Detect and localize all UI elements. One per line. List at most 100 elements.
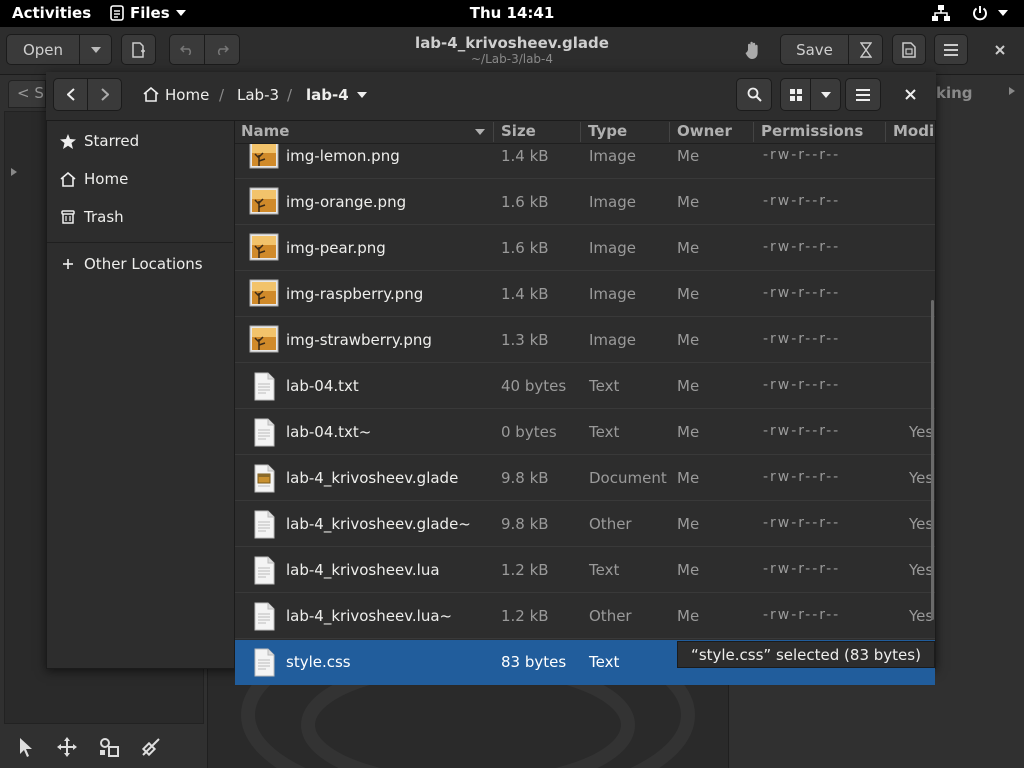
scrollbar[interactable] [931, 300, 934, 620]
menu-button[interactable] [845, 78, 881, 111]
sidebar-divider [47, 242, 233, 243]
sort-descending-icon[interactable] [475, 129, 485, 135]
file-size: 1.4 kB [501, 285, 549, 303]
column-permissions[interactable]: Permissions [761, 122, 863, 140]
view-options-button[interactable] [810, 78, 841, 111]
redo-button[interactable] [204, 34, 240, 65]
preview-button[interactable] [892, 34, 926, 65]
save-as-button[interactable] [848, 34, 883, 65]
move-icon[interactable] [56, 736, 78, 758]
grid-icon [789, 88, 802, 101]
column-name[interactable]: Name [241, 122, 289, 140]
file-owner: Me [677, 561, 700, 579]
breadcrumb-lab-3[interactable]: Lab-3 [237, 86, 279, 104]
sidebar-item-home[interactable]: Home [60, 170, 128, 188]
palette-tab[interactable]: < S [8, 80, 46, 108]
chevron-down-icon [820, 91, 831, 98]
text-file-icon [249, 601, 279, 631]
star-icon [60, 133, 76, 149]
window-close-button[interactable] [985, 34, 1015, 65]
image-file-icon [249, 279, 279, 307]
back-button[interactable] [53, 78, 88, 111]
sidebar-item-label: Other Locations [84, 255, 203, 273]
chevron-down-icon[interactable] [357, 92, 367, 98]
save-button[interactable]: Save [780, 34, 849, 65]
window-subtitle: ~/Lab-3/lab-4 [470, 52, 554, 66]
new-file-button[interactable] [121, 34, 156, 65]
file-size: 40 bytes [501, 377, 567, 395]
file-row[interactable]: img-pear.png 1.6 kB Image Me -rw-r--r-- [235, 226, 935, 271]
sidebar-item-trash[interactable]: Trash [60, 208, 124, 226]
text-file-icon [249, 647, 279, 677]
file-type: Image [589, 239, 636, 257]
power-icon[interactable] [972, 5, 988, 21]
file-row[interactable]: lab-04.txt 40 bytes Text Me -rw-r--r-- [235, 364, 935, 409]
file-size: 1.4 kB [501, 147, 549, 165]
sidebar-item-other-locations[interactable]: Other Locations [60, 255, 203, 273]
grid-view-button[interactable] [780, 78, 811, 111]
tab-scroll-right-icon[interactable] [1008, 86, 1016, 96]
column-type[interactable]: Type [588, 122, 627, 140]
properties-tab[interactable]: king [936, 84, 973, 102]
file-size: 9.8 kB [501, 469, 549, 487]
file-row[interactable]: img-orange.png 1.6 kB Image Me -rw-r--r-- [235, 180, 935, 225]
align-icon[interactable] [140, 736, 162, 758]
file-permissions: -rw-r--r-- [763, 469, 841, 485]
main-menu-button[interactable] [934, 34, 968, 65]
file-type: Text [589, 423, 620, 441]
close-icon [995, 44, 1005, 55]
dialog-close-button[interactable] [905, 89, 916, 100]
network-icon[interactable] [932, 5, 950, 21]
undo-button[interactable] [169, 34, 205, 65]
clock[interactable]: Thu 14:41 [0, 4, 1024, 22]
file-permissions: -rw-r--r-- [763, 239, 841, 255]
document-icon [902, 41, 916, 58]
pointer-icon[interactable] [16, 736, 36, 758]
margin-icon[interactable] [98, 736, 120, 758]
window-title: lab-4_krivosheev.glade [415, 34, 609, 52]
breadcrumb-home[interactable]: Home [165, 86, 209, 104]
system-menu-chevron-icon[interactable] [998, 10, 1008, 16]
expander-arrow-icon[interactable] [10, 167, 18, 177]
chevron-left-icon [66, 88, 75, 101]
image-file-icon [249, 141, 279, 169]
file-row[interactable]: lab-4_krivosheev.glade~ 9.8 kB Other Me -rw-… [235, 502, 935, 547]
file-row[interactable]: lab-04.txt~ 0 bytes Text Me -rw-r--r-- Yes [235, 410, 935, 455]
file-type: Text [589, 653, 620, 671]
open-button[interactable]: Open [6, 34, 80, 65]
file-size: 1.2 kB [501, 607, 549, 625]
file-name: lab-4_krivosheev.glade~ [286, 515, 471, 533]
file-row[interactable]: lab-4_krivosheev.lua~ 1.2 kB Other Me -rw-r-… [235, 594, 935, 639]
file-size: 1.6 kB [501, 193, 549, 211]
file-row[interactable]: img-strawberry.png 1.3 kB Image Me -rw-r--r-… [235, 318, 935, 363]
file-permissions: -rw-r--r-- [763, 377, 841, 393]
redo-icon [215, 44, 229, 55]
forward-button[interactable] [87, 78, 122, 111]
file-modified: Yes [909, 469, 934, 487]
column-modified[interactable]: Modi [893, 122, 935, 140]
file-name: img-raspberry.png [286, 285, 424, 303]
file-modified: Yes [909, 515, 934, 533]
column-size[interactable]: Size [501, 122, 536, 140]
file-row[interactable]: lab-4_krivosheev.lua 1.2 kB Text Me -rw-r--r… [235, 548, 935, 593]
chevron-down-icon [90, 46, 101, 53]
search-button[interactable] [736, 78, 772, 111]
inspector-button[interactable] [738, 34, 768, 65]
file-owner: Me [677, 377, 700, 395]
breadcrumb-separator: / [219, 86, 225, 104]
sidebar-item-starred[interactable]: Starred [60, 132, 139, 150]
places-sidebar [47, 121, 235, 668]
file-row[interactable]: img-raspberry.png 1.4 kB Image Me -rw-r--r-- [235, 272, 935, 317]
breadcrumb-lab-4[interactable]: lab-4 [306, 86, 349, 104]
column-owner[interactable]: Owner [677, 122, 732, 140]
file-row[interactable]: lab-4_krivosheev.glade 9.8 kB Document Me -r… [235, 456, 935, 501]
open-menu-button[interactable] [79, 34, 112, 65]
file-permissions: -rw-r--r-- [763, 193, 841, 209]
file-permissions: -rw-r--r-- [763, 285, 841, 301]
undo-icon [180, 44, 194, 55]
sidebar-item-label: Starred [84, 132, 140, 150]
file-permissions: -rw-r--r-- [763, 607, 841, 623]
file-size: 1.2 kB [501, 561, 549, 579]
file-name: img-strawberry.png [286, 331, 432, 349]
search-icon [747, 87, 762, 102]
